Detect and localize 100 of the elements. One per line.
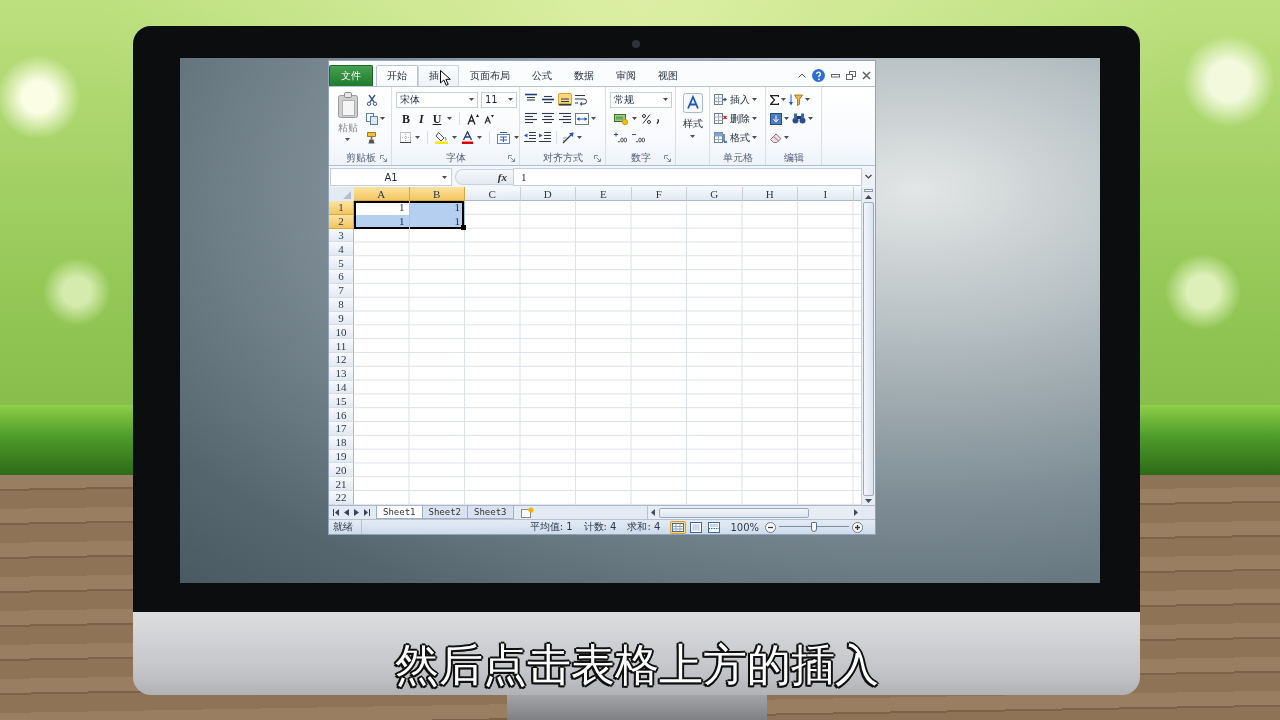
row-header[interactable]: 22	[329, 491, 354, 505]
caret-icon[interactable]	[380, 117, 385, 120]
column-header[interactable]: D	[520, 187, 576, 201]
increase-decimal-icon[interactable]	[614, 132, 627, 143]
ribbon-tab[interactable]: 视图	[647, 65, 689, 86]
column-header[interactable]: A	[354, 187, 410, 201]
normal-view-icon[interactable]	[670, 520, 687, 534]
insert-sheet-icon[interactable]	[520, 507, 534, 518]
sort-filter-icon[interactable]	[789, 93, 803, 106]
ribbon-tab[interactable]: 公式	[521, 65, 563, 86]
number-format-dropdown[interactable]: 常规	[610, 91, 672, 108]
row-header[interactable]: 10	[329, 325, 354, 340]
caret-icon[interactable]	[447, 117, 453, 120]
column-header[interactable]: B	[409, 187, 465, 201]
align-bottom-icon[interactable]	[558, 93, 572, 106]
sum-icon[interactable]	[770, 94, 779, 105]
zoom-slider-thumb[interactable]	[811, 522, 817, 532]
caret-icon[interactable]	[452, 136, 457, 139]
row-header[interactable]: 5	[329, 256, 354, 271]
styles-button[interactable]: 样式	[680, 89, 706, 151]
copy-icon[interactable]	[366, 112, 378, 125]
caret-icon[interactable]	[784, 136, 789, 139]
zoom-level[interactable]: 100%	[730, 521, 759, 533]
dialog-launcher-icon[interactable]	[664, 155, 671, 162]
ribbon-tab[interactable]: 插	[418, 65, 459, 86]
zoom-out-icon[interactable]	[765, 521, 776, 533]
row-header[interactable]: 11	[329, 339, 354, 353]
formula-input[interactable]: 1	[513, 168, 862, 186]
row-header[interactable]: 20	[329, 463, 354, 478]
caret-icon[interactable]	[415, 136, 420, 139]
table-cell[interactable]: 1	[354, 201, 410, 215]
orientation-icon[interactable]	[562, 131, 575, 144]
row-header[interactable]: 4	[329, 242, 354, 257]
increase-indent-icon[interactable]	[539, 132, 551, 143]
zoom-in-icon[interactable]	[852, 521, 863, 533]
merge-center-icon[interactable]	[575, 112, 589, 125]
font-name-dropdown[interactable]: 宋体	[396, 91, 478, 108]
scrollbar-thumb[interactable]	[863, 202, 874, 496]
column-header[interactable]: H	[742, 187, 798, 201]
caret-icon[interactable]	[784, 117, 789, 120]
borders-icon[interactable]	[400, 132, 411, 143]
ribbon-tab[interactable]: 开始	[376, 65, 418, 86]
caret-icon[interactable]	[781, 98, 786, 101]
column-header[interactable]: C	[465, 187, 521, 201]
caret-icon[interactable]	[808, 117, 813, 120]
bold-button[interactable]: B	[400, 111, 412, 126]
comma-style-icon[interactable]	[656, 119, 659, 124]
align-middle-icon[interactable]	[541, 93, 555, 106]
fill-down-icon[interactable]	[770, 112, 782, 125]
row-header[interactable]: 1	[329, 201, 354, 215]
row-header[interactable]: 21	[329, 477, 354, 492]
next-sheet-icon[interactable]	[354, 509, 359, 516]
table-cell[interactable]: 1	[409, 201, 465, 215]
row-header[interactable]: 17	[329, 422, 354, 436]
scroll-up-icon[interactable]	[865, 195, 872, 199]
column-header[interactable]: G	[687, 187, 743, 201]
caret-icon[interactable]	[514, 136, 519, 139]
find-icon[interactable]	[792, 113, 806, 124]
percent-icon[interactable]	[642, 113, 651, 124]
column-header[interactable]: I	[798, 187, 854, 201]
italic-button[interactable]: I	[417, 111, 426, 126]
font-color-icon[interactable]	[462, 131, 473, 144]
phonetic-guide-icon[interactable]	[497, 131, 510, 144]
insert-function-button[interactable]: fx	[455, 169, 513, 185]
align-center-icon[interactable]	[541, 112, 555, 125]
ribbon-tab[interactable]: 数据	[563, 65, 605, 86]
format-painter-icon[interactable]	[366, 131, 378, 144]
insert-cells-button[interactable]: 插入	[714, 92, 757, 107]
scissors-icon[interactable]	[366, 93, 378, 106]
page-break-view-icon[interactable]	[706, 520, 723, 534]
align-right-icon[interactable]	[558, 112, 572, 125]
restore-icon[interactable]	[846, 71, 856, 80]
help-icon[interactable]	[812, 69, 825, 82]
ribbon-tab[interactable]: 审阅	[605, 65, 647, 86]
fill-handle-icon[interactable]	[461, 224, 466, 230]
scrollbar-thumb[interactable]	[659, 507, 809, 518]
row-header[interactable]: 16	[329, 408, 354, 422]
previous-sheet-icon[interactable]	[344, 509, 349, 516]
horizontal-scrollbar[interactable]	[647, 506, 861, 519]
zoom-slider-track[interactable]	[779, 522, 849, 532]
align-left-icon[interactable]	[524, 112, 538, 125]
underline-button[interactable]: U	[430, 111, 444, 126]
caret-icon[interactable]	[632, 117, 637, 120]
eraser-icon[interactable]	[770, 132, 782, 143]
decrease-indent-icon[interactable]	[524, 132, 536, 143]
dialog-launcher-icon[interactable]	[594, 155, 601, 162]
font-grow-icon[interactable]	[467, 112, 480, 125]
close-icon[interactable]	[862, 71, 871, 80]
caret-icon[interactable]	[577, 136, 582, 139]
first-sheet-icon[interactable]	[333, 509, 339, 516]
row-header[interactable]: 6	[329, 270, 354, 284]
column-header[interactable]: F	[631, 187, 687, 201]
caret-icon[interactable]	[477, 136, 482, 139]
page-layout-view-icon[interactable]	[688, 520, 705, 534]
last-sheet-icon[interactable]	[364, 509, 370, 516]
delete-cells-button[interactable]: 删除	[714, 111, 757, 126]
column-header[interactable]: E	[576, 187, 632, 201]
sheet-tab[interactable]: Sheet2	[421, 506, 469, 519]
dialog-launcher-icon[interactable]	[508, 155, 515, 162]
font-shrink-icon[interactable]	[484, 113, 495, 124]
